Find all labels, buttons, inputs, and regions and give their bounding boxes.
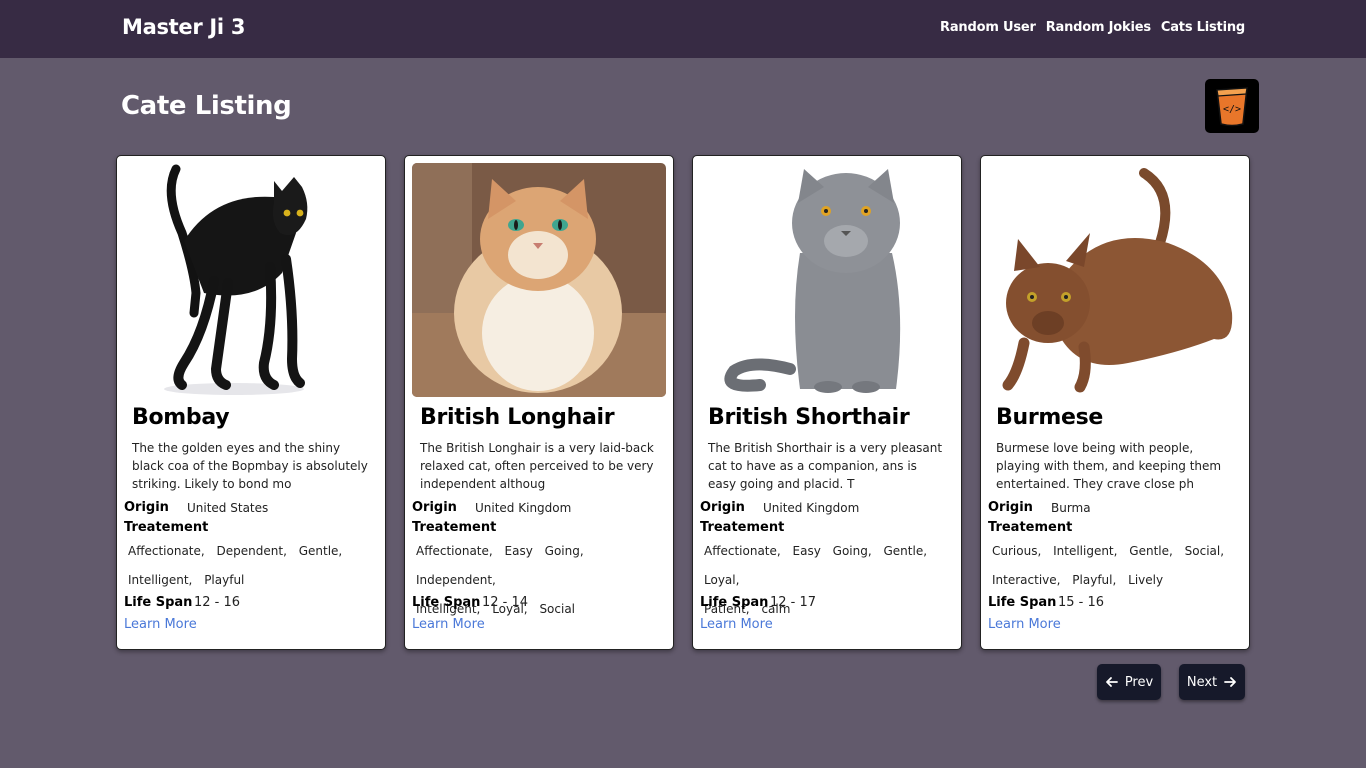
- temperament-tag: Interactive,: [992, 573, 1061, 587]
- cat-card: Bombay The the golden eyes and the shiny…: [116, 155, 386, 650]
- prev-button[interactable]: Prev: [1097, 664, 1161, 700]
- cat-image: [412, 163, 666, 397]
- temperament-list: Affectionate, Easy Going, Gentle, Loyal,…: [704, 537, 954, 624]
- nav-link-cats-listing[interactable]: Cats Listing: [1161, 20, 1245, 35]
- origin-value: United Kingdom: [763, 501, 860, 515]
- learn-more-link[interactable]: Learn More: [700, 617, 773, 632]
- brand-title[interactable]: Master Ji 3: [122, 15, 245, 39]
- origin-label: Origin: [124, 500, 169, 515]
- origin-value: Burma: [1051, 501, 1091, 515]
- life-span-value: 15 - 16: [1058, 595, 1105, 610]
- next-button[interactable]: Next: [1179, 664, 1245, 700]
- treatement-label: Treatement: [124, 520, 209, 535]
- temperament-tag: Easy: [504, 544, 533, 558]
- chai-code-logo[interactable]: </>: [1205, 79, 1259, 133]
- life-span-value: 12 - 17: [770, 595, 817, 610]
- temperament-tag: Playful,: [1072, 573, 1117, 587]
- cat-card: British Longhair The British Longhair is…: [404, 155, 674, 650]
- cat-name: British Shorthair: [708, 405, 910, 430]
- navbar: Master Ji 3 Random User Random Jokies Ca…: [0, 0, 1366, 58]
- cat-description: The the golden eyes and the shiny black …: [132, 441, 368, 491]
- cat-description: The British Shorthair is a very pleasant…: [708, 441, 943, 491]
- cat-name: British Longhair: [420, 405, 615, 430]
- origin-value: United States: [187, 501, 269, 515]
- cat-image: [124, 163, 378, 397]
- temperament-tag: Social,: [1184, 544, 1225, 558]
- cat-description: The British Longhair is a very laid-back…: [420, 441, 654, 491]
- treatement-label: Treatement: [988, 520, 1073, 535]
- temperament-tag: Dependent,: [216, 544, 287, 558]
- origin-label: Origin: [412, 500, 457, 515]
- temperament-tag: Going,: [544, 544, 584, 558]
- cat-description: Burmese love being with people, playing …: [996, 441, 1222, 491]
- temperament-list: Affectionate, Dependent, Gentle, Intelli…: [128, 537, 378, 595]
- temperament-tag: Intelligent,: [1053, 544, 1118, 558]
- learn-more-link[interactable]: Learn More: [124, 617, 197, 632]
- temperament-tag: Gentle,: [298, 544, 343, 558]
- arrow-right-icon: [1224, 677, 1237, 687]
- temperament-tag: Gentle,: [1129, 544, 1173, 558]
- prev-button-label: Prev: [1124, 674, 1154, 690]
- temperament-tag: Playful: [204, 573, 245, 587]
- temperament-tag: Intelligent,: [128, 573, 193, 587]
- life-span-value: 12 - 16: [194, 595, 241, 610]
- temperament-tag: Lively: [1128, 573, 1164, 587]
- temperament-tag: Affectionate,: [704, 544, 781, 558]
- temperament-list: Affectionate, Easy Going, Independent, I…: [416, 537, 666, 624]
- nav-link-random-jokies[interactable]: Random Jokies: [1046, 20, 1151, 35]
- temperament-tag: Gentle,: [883, 544, 928, 558]
- temperament-list: Curious, Intelligent, Gentle, Social, In…: [992, 537, 1242, 595]
- cat-name: Burmese: [996, 405, 1104, 430]
- life-span-label: Life Span: [988, 595, 1057, 610]
- cat-card: British Shorthair The British Shorthair …: [692, 155, 962, 650]
- temperament-tag: Social: [539, 602, 576, 616]
- next-button-label: Next: [1186, 674, 1218, 690]
- arrow-left-icon: [1105, 677, 1118, 687]
- temperament-tag: Independent,: [416, 573, 496, 587]
- cat-name: Bombay: [132, 405, 230, 430]
- page-title: Cate Listing: [121, 91, 292, 121]
- temperament-tag: Affectionate,: [416, 544, 493, 558]
- treatement-label: Treatement: [700, 520, 785, 535]
- temperament-tag: Curious,: [992, 544, 1042, 558]
- life-span-label: Life Span: [412, 595, 481, 610]
- nav-link-random-user[interactable]: Random User: [940, 20, 1036, 35]
- learn-more-link[interactable]: Learn More: [412, 617, 485, 632]
- nav-links: Random User Random Jokies Cats Listing: [940, 20, 1245, 35]
- life-span-label: Life Span: [700, 595, 769, 610]
- temperament-tag: Affectionate,: [128, 544, 205, 558]
- treatement-label: Treatement: [412, 520, 497, 535]
- temperament-tag: Going,: [832, 544, 872, 558]
- cat-image: [700, 163, 954, 397]
- cat-card: Burmese Burmese love being with people, …: [980, 155, 1250, 650]
- temperament-tag: Loyal,: [704, 573, 740, 587]
- origin-label: Origin: [988, 500, 1033, 515]
- life-span-label: Life Span: [124, 595, 193, 610]
- origin-label: Origin: [700, 500, 745, 515]
- temperament-tag: Easy: [792, 544, 821, 558]
- cat-image: [988, 163, 1242, 397]
- learn-more-link[interactable]: Learn More: [988, 617, 1061, 632]
- origin-value: United Kingdom: [475, 501, 572, 515]
- life-span-value: 12 - 14: [482, 595, 529, 610]
- cup-logo-icon: </>: [1216, 87, 1248, 127]
- svg-text:</>: </>: [1223, 104, 1241, 115]
